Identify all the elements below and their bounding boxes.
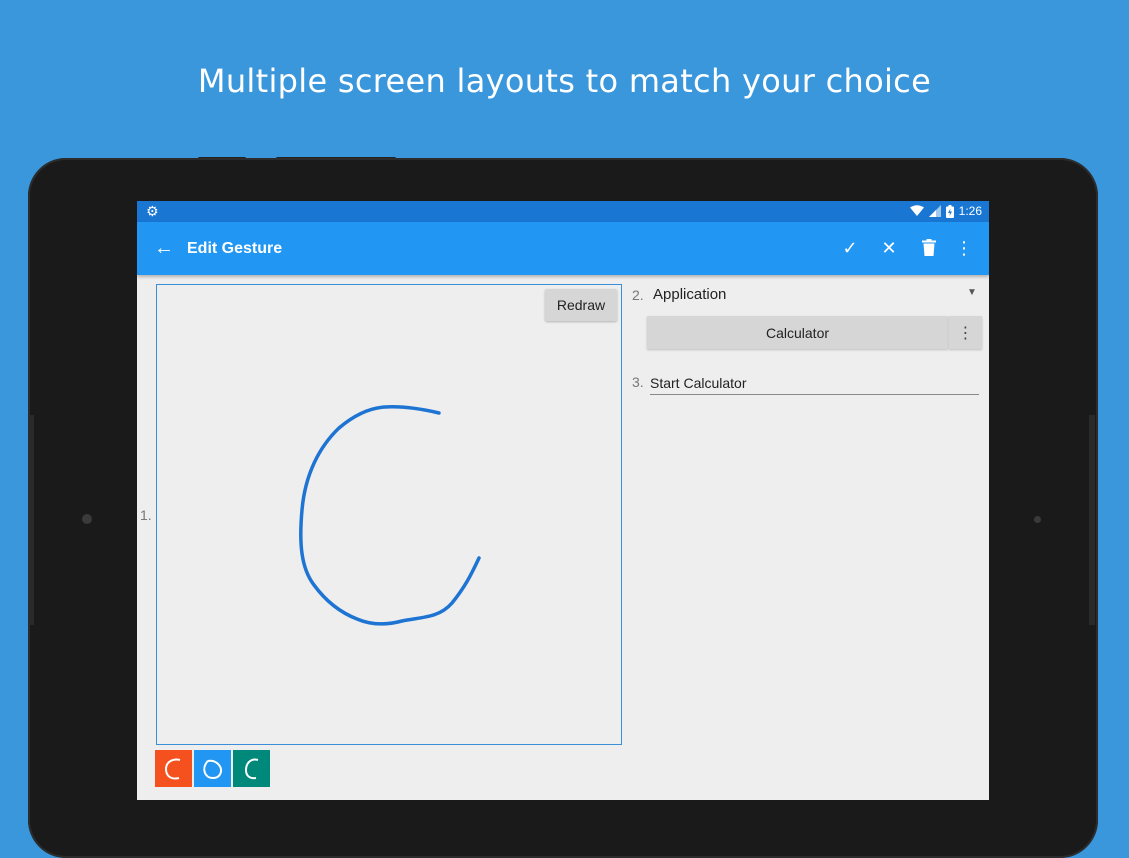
more-vert-icon[interactable]: ⋮ [952, 236, 976, 260]
app-more-vert-icon[interactable]: ⋮ [949, 316, 982, 349]
status-bar: ⚙ 1:26 [137, 201, 989, 222]
gesture-loop-icon [202, 759, 222, 779]
device-screen: ⚙ 1:26 ← Edit Gesture ✓ ✕ ⋮ 1. Redraw 2.… [137, 201, 989, 800]
close-icon[interactable]: ✕ [877, 236, 901, 260]
gesture-thumbnail[interactable] [155, 750, 192, 787]
arrow-back-icon[interactable]: ← [154, 236, 174, 260]
step-1-number: 1. [140, 507, 152, 523]
tablet-speaker-right [1089, 415, 1095, 625]
tablet-sensor [1034, 516, 1041, 523]
gesture-stroke [299, 405, 481, 626]
gesture-thumbnail[interactable] [233, 750, 270, 787]
tablet-camera [82, 514, 92, 524]
dropdown-arrow-icon[interactable]: ▼ [967, 287, 977, 298]
redraw-button[interactable]: Redraw [545, 289, 617, 321]
headline: Multiple screen layouts to match your ch… [197, 62, 932, 100]
battery-charging-icon [945, 204, 954, 218]
step-2-number: 2. [632, 287, 644, 303]
action-type-select[interactable]: Application [653, 286, 726, 303]
wifi-icon [909, 205, 924, 216]
gesture-name-input[interactable] [650, 372, 979, 395]
tablet-speaker-left [30, 415, 34, 625]
page-title: Edit Gesture [187, 240, 283, 257]
app-bar: ← Edit Gesture ✓ ✕ ⋮ [137, 222, 989, 275]
check-icon[interactable]: ✓ [838, 236, 862, 260]
status-time: 1:26 [958, 204, 982, 218]
settings-gear-icon: ⚙ [146, 203, 159, 219]
gesture-thumbnail[interactable] [194, 750, 231, 787]
gesture-c-icon [244, 758, 258, 779]
gesture-c-icon [164, 758, 180, 779]
status-icons: 1:26 [909, 203, 982, 219]
app-select-button[interactable]: Calculator [647, 316, 948, 349]
step-3-number: 3. [632, 374, 644, 390]
gesture-thumbnails [155, 750, 270, 787]
delete-icon[interactable] [917, 236, 941, 262]
gesture-canvas[interactable]: Redraw [156, 284, 622, 745]
signal-icon [928, 205, 941, 217]
